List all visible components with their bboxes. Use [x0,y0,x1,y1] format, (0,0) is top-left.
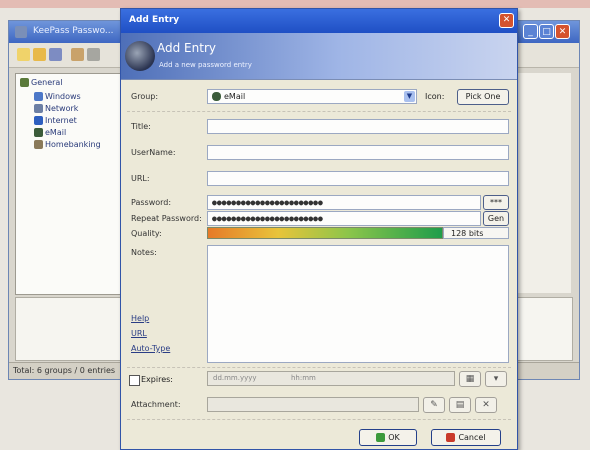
help-link[interactable]: Help [131,314,149,323]
tree-item-network[interactable]: Network [34,104,78,113]
ok-button[interactable]: OK [359,429,417,446]
keepass-app-icon [15,26,27,38]
tree-item-internet[interactable]: Internet [34,116,77,125]
email-icon [212,92,221,101]
maximize-icon[interactable]: □ [539,24,554,39]
expires-label: Expires: [141,375,173,384]
save-attachment-icon[interactable]: ▤ [449,397,471,413]
group-dropdown[interactable]: eMail ▼ [207,89,417,104]
minimize-icon[interactable]: _ [523,24,538,39]
repeat-password-field[interactable]: ●●●●●●●●●●●●●●●●●●●●●●● [207,211,481,226]
auto-type-link[interactable]: Auto-Type [131,344,170,353]
chevron-down-icon[interactable]: ▼ [404,91,415,102]
group-tree[interactable]: General Windows Network Internet eMail H… [15,73,123,295]
email-icon [34,128,43,137]
pick-icon-button[interactable]: Pick One [457,89,509,105]
globe-icon [34,116,43,125]
dialog-titlebar[interactable]: Add Entry ✕ [121,9,517,33]
close-icon[interactable]: ✕ [555,24,570,39]
windows-icon [34,92,43,101]
divider [127,111,511,112]
url-link[interactable]: URL [131,329,147,338]
save-database-icon[interactable] [49,48,62,61]
url-label: URL: [131,174,150,183]
attachment-field[interactable] [207,397,419,412]
tree-item-general[interactable]: General [20,78,63,87]
divider [127,367,511,368]
status-text: Total: 6 groups / 0 entries [13,366,116,375]
generate-password-button[interactable]: Gen [483,211,509,226]
key-icon [125,41,155,71]
attachment-label: Attachment: [131,400,181,409]
expires-checkbox[interactable] [129,375,140,386]
banner-subtitle: Add a new password entry [159,61,252,69]
quality-bits-text: 128 bits [451,229,484,238]
top-edge-strip [0,0,590,8]
quality-bar [207,227,443,239]
edit-entry-icon[interactable] [87,48,100,61]
tree-item-windows[interactable]: Windows [34,92,81,101]
divider [127,419,511,420]
main-window-title: KeePass Passwo... [33,26,114,36]
reveal-password-button[interactable]: *** [483,195,509,210]
expires-time-placeholder: hh:mm [291,374,316,382]
notes-label: Notes: [131,248,157,257]
repeat-password-label: Repeat Password: [131,214,202,223]
dialog-banner: Add Entry Add a new password entry [121,33,517,80]
url-field[interactable] [207,171,509,186]
network-icon [34,104,43,113]
password-field[interactable]: ●●●●●●●●●●●●●●●●●●●●●●● [207,195,481,210]
checkmark-icon [376,433,386,442]
title-field[interactable] [207,119,509,134]
group-label: Group: [131,92,159,101]
remove-attachment-icon[interactable]: ✕ [475,397,497,413]
dialog-title: Add Entry [129,15,180,25]
bank-icon [34,140,43,149]
attach-file-icon[interactable]: ✎ [423,397,445,413]
expires-date-placeholder: dd.mm.yyyy [213,374,257,382]
username-field[interactable] [207,145,509,160]
title-label: Title: [131,122,151,131]
group-value: eMail [224,92,246,101]
add-entry-dialog: Add Entry ✕ Add Entry Add a new password… [120,8,518,450]
cancel-icon [446,433,456,442]
add-entry-icon[interactable] [71,48,84,61]
tree-item-email[interactable]: eMail [34,128,66,137]
close-icon[interactable]: ✕ [499,13,514,28]
cancel-button[interactable]: Cancel [431,429,501,446]
banner-title: Add Entry [157,41,216,55]
tree-item-homebanking[interactable]: Homebanking [34,140,101,149]
password-label: Password: [131,198,172,207]
folder-icon [20,78,29,87]
calendar-icon[interactable]: ▦ [459,371,481,387]
username-label: UserName: [131,148,176,157]
icon-label: Icon: [425,92,445,101]
quality-label: Quality: [131,229,162,238]
notes-textarea[interactable] [207,245,509,363]
open-database-icon[interactable] [33,48,46,61]
new-database-icon[interactable] [17,48,30,61]
expire-presets-icon[interactable]: ▾ [485,371,507,387]
